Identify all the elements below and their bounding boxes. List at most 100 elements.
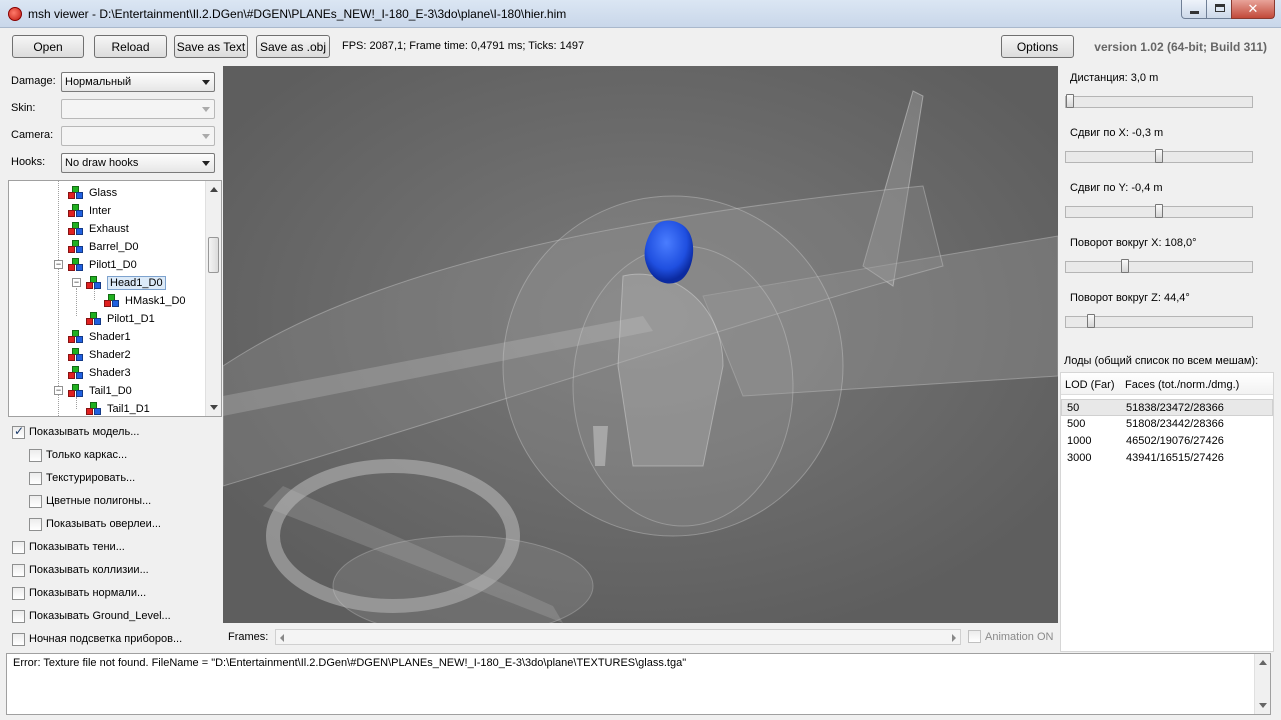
checkbox-box[interactable]	[29, 471, 42, 485]
slider-thumb[interactable]	[1155, 204, 1163, 218]
checkbox-label: Цветные полигоны...	[46, 495, 152, 507]
shadows-checkbox[interactable]: Показывать тени...	[12, 538, 125, 556]
tree-item[interactable]: Head1_D0	[86, 274, 166, 292]
checkbox-box[interactable]	[29, 494, 42, 508]
slider-label: Сдвиг по X: -0,3 m	[1070, 127, 1164, 139]
shift-x-slider[interactable]	[1065, 149, 1253, 163]
tree-item[interactable]: Pilot1_D0	[68, 256, 137, 274]
tree-item[interactable]: Tail1_D0	[68, 382, 132, 400]
lods-table[interactable]: LOD (Far) Faces (tot./norm./dmg.) 50 518…	[1060, 372, 1274, 652]
tree-item[interactable]: Shader3	[68, 364, 131, 382]
mesh-node-icon	[68, 240, 84, 254]
column-header-faces[interactable]: Faces (tot./norm./dmg.)	[1125, 379, 1239, 391]
slider-label: Дистанция: 3,0 m	[1070, 72, 1159, 84]
slider-thumb[interactable]	[1066, 94, 1074, 108]
collapse-toggle[interactable]: −	[54, 386, 63, 395]
tree-item[interactable]: Pilot1_D1	[86, 310, 155, 328]
tree-item-label: Shader2	[89, 349, 131, 361]
tree-item[interactable]: Exhaust	[68, 220, 129, 238]
mesh-node-icon	[68, 186, 84, 200]
checkbox-box[interactable]	[12, 563, 25, 577]
options-button[interactable]: Options	[1001, 35, 1074, 58]
texture-checkbox[interactable]: Текстурировать...	[29, 469, 135, 487]
checkbox-box[interactable]	[968, 630, 981, 643]
save-as-obj-button[interactable]: Save as .obj	[256, 35, 330, 58]
show-model-checkbox[interactable]: Показывать модель...	[12, 423, 139, 441]
slider-thumb[interactable]	[1087, 314, 1095, 328]
tree-item[interactable]: Inter	[68, 202, 111, 220]
tree-item[interactable]: Shader2	[68, 346, 131, 364]
log-scrollbar[interactable]	[1254, 654, 1270, 714]
damage-select[interactable]: Нормальный	[61, 72, 215, 92]
checkbox-box[interactable]	[12, 424, 25, 439]
scroll-left-icon[interactable]	[280, 634, 284, 642]
collapse-toggle[interactable]: −	[72, 278, 81, 287]
rotate-x-slider[interactable]	[1065, 259, 1253, 273]
table-row[interactable]: 500 51808/23442/28366	[1061, 416, 1273, 433]
checkbox-box[interactable]	[12, 609, 25, 623]
tree-item[interactable]: Shader1	[68, 328, 131, 346]
frames-scrollbar[interactable]	[275, 629, 961, 645]
animation-checkbox[interactable]: Animation ON	[968, 630, 1053, 643]
checkbox-box[interactable]	[29, 448, 42, 462]
checkbox-label: Ночная подсветка приборов...	[29, 633, 183, 645]
save-as-text-button[interactable]: Save as Text	[174, 35, 248, 58]
tree-item[interactable]: Barrel_D0	[68, 238, 139, 256]
3d-viewport[interactable]	[223, 66, 1058, 623]
wireframe-checkbox[interactable]: Только каркас...	[29, 446, 127, 464]
tree-scrollbar[interactable]	[205, 181, 221, 416]
mesh-node-icon	[68, 204, 84, 218]
mesh-tree[interactable]: Glass Inter Exhaust Barrel_D0 − Pilot1_D…	[8, 180, 222, 417]
camera-select[interactable]	[61, 126, 215, 146]
tree-item-label: Tail1_D1	[107, 403, 150, 415]
slider-label: Сдвиг по Y: -0,4 m	[1070, 182, 1163, 194]
colored-polygons-checkbox[interactable]: Цветные полигоны...	[29, 492, 151, 510]
scroll-up-icon[interactable]	[210, 187, 218, 192]
scroll-up-icon[interactable]	[1259, 660, 1267, 665]
table-row[interactable]: 1000 46502/19076/27426	[1061, 433, 1273, 450]
slider-thumb[interactable]	[1155, 149, 1163, 163]
column-header-lod[interactable]: LOD (Far)	[1065, 379, 1115, 391]
checkbox-box[interactable]	[12, 586, 25, 600]
left-panel: Damage: Нормальный Skin: Camera: Hooks: …	[6, 66, 222, 652]
tree-item[interactable]: Tail1_D1	[86, 400, 150, 416]
overlays-checkbox[interactable]: Показывать оверлеи...	[29, 515, 161, 533]
tree-item[interactable]: HMask1_D0	[104, 292, 186, 310]
maximize-button[interactable]	[1206, 0, 1232, 19]
scroll-down-icon[interactable]	[1259, 703, 1267, 708]
checkbox-box[interactable]	[12, 632, 25, 646]
scroll-right-icon[interactable]	[952, 634, 956, 642]
frames-label: Frames:	[228, 631, 269, 643]
chevron-down-icon	[202, 107, 210, 112]
rotate-z-slider[interactable]	[1065, 314, 1253, 328]
tree-item-label: Exhaust	[89, 223, 129, 235]
slider-thumb[interactable]	[1121, 259, 1129, 273]
collisions-checkbox[interactable]: Показывать коллизии...	[12, 561, 149, 579]
hooks-select[interactable]: No draw hooks	[61, 153, 215, 173]
maximize-icon	[1215, 4, 1225, 12]
open-button[interactable]: Open	[12, 35, 84, 58]
mesh-node-icon	[68, 222, 84, 236]
table-row[interactable]: 3000 43941/16515/27426	[1061, 450, 1273, 467]
scroll-thumb[interactable]	[208, 237, 219, 273]
tree-item[interactable]: Glass	[68, 184, 117, 202]
tree-item-label: Glass	[89, 187, 118, 199]
scroll-down-icon[interactable]	[210, 405, 218, 410]
table-row[interactable]: 50 51838/23472/28366	[1061, 399, 1273, 416]
distance-slider[interactable]	[1065, 94, 1253, 108]
log-panel[interactable]: Error: Texture file not found. FileName …	[6, 653, 1271, 715]
minimize-button[interactable]	[1181, 0, 1207, 19]
checkbox-box[interactable]	[12, 540, 25, 554]
shift-y-slider-group: Сдвиг по Y: -0,4 m	[1059, 176, 1259, 226]
normals-checkbox[interactable]: Показывать нормали...	[12, 584, 146, 602]
mesh-node-icon	[68, 384, 84, 398]
skin-select[interactable]	[61, 99, 215, 119]
checkbox-box[interactable]	[29, 517, 42, 531]
camera-row: Camera:	[6, 126, 222, 146]
reload-button[interactable]: Reload	[94, 35, 167, 58]
collapse-toggle[interactable]: −	[54, 260, 63, 269]
ground-level-checkbox[interactable]: Показывать Ground_Level...	[12, 607, 171, 625]
night-lighting-checkbox[interactable]: Ночная подсветка приборов...	[12, 630, 182, 648]
shift-y-slider[interactable]	[1065, 204, 1253, 218]
close-button[interactable]: ✕	[1231, 0, 1275, 19]
